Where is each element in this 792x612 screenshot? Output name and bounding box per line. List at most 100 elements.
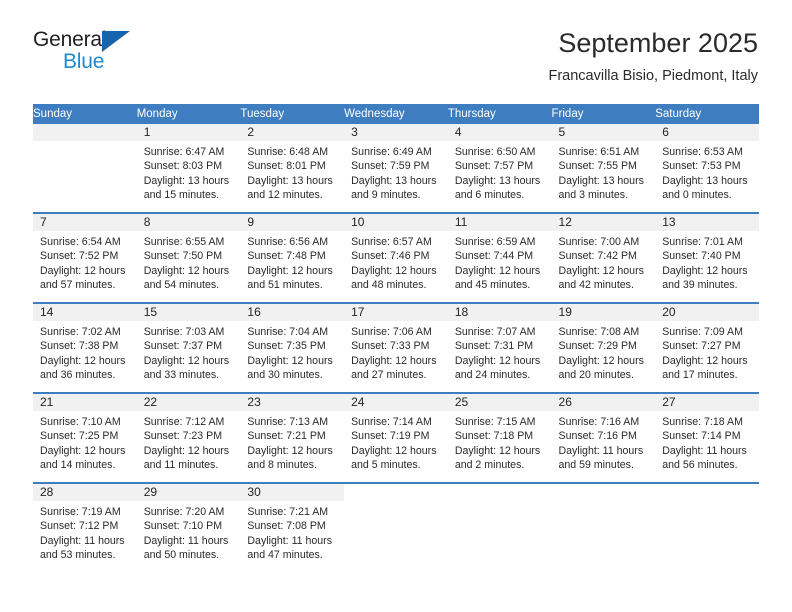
day-number: 15 [136, 304, 241, 321]
page-subtitle: Francavilla Bisio, Piedmont, Italy [548, 68, 758, 84]
daylight-text-line1: Daylight: 12 hours [662, 264, 748, 277]
sunset-text: Sunset: 7:59 PM [351, 160, 430, 173]
calendar-day-cell[interactable]: 28 Sunrise: 7:19 AM Sunset: 7:12 PM Dayligh… [33, 482, 137, 572]
day-details: Sunrise: 7:15 AM Sunset: 7:18 PM Daylight:… [448, 411, 552, 473]
calendar-week-row: 28 Sunrise: 7:19 AM Sunset: 7:12 PM Dayligh… [33, 482, 759, 572]
daylight-text-line2: and 20 minutes. [558, 369, 634, 382]
sunrise-text: Sunrise: 6:59 AM [454, 236, 536, 248]
daylight-text-line1: Daylight: 12 hours [662, 354, 748, 367]
sunrise-text: Sunrise: 7:07 AM [454, 326, 536, 338]
day-details: Sunrise: 7:03 AM Sunset: 7:37 PM Daylight:… [137, 321, 241, 383]
day-number: 18 [447, 304, 552, 321]
daylight-text-line2: and 6 minutes. [454, 189, 525, 202]
day-number [33, 124, 137, 141]
daylight-text-line1: Daylight: 11 hours [40, 534, 125, 547]
sunset-text: Sunset: 7:38 PM [40, 340, 119, 353]
daylight-text-line2: and 30 minutes. [247, 369, 323, 382]
calendar-day-cell[interactable]: 3 Sunrise: 6:49 AM Sunset: 7:59 PM Daylight… [344, 124, 448, 213]
day-number: 3 [344, 124, 448, 141]
daylight-text-line1: Daylight: 12 hours [247, 444, 333, 457]
sunrise-text: Sunrise: 7:12 AM [143, 416, 225, 428]
calendar-day-cell[interactable]: 18 Sunrise: 7:07 AM Sunset: 7:31 PM Dayligh… [447, 302, 552, 393]
calendar-day-cell[interactable]: 7 Sunrise: 6:54 AM Sunset: 7:52 PM Daylight… [33, 212, 137, 303]
logo-triangle-icon [102, 31, 130, 52]
calendar-day-cell[interactable]: 17 Sunrise: 7:06 AM Sunset: 7:33 PM Dayligh… [344, 302, 448, 393]
sunset-text: Sunset: 7:33 PM [351, 340, 430, 353]
calendar-day-cell[interactable]: 15 Sunrise: 7:03 AM Sunset: 7:37 PM Dayligh… [136, 302, 241, 393]
calendar-day-cell[interactable]: 1 Sunrise: 6:47 AM Sunset: 8:03 PM Daylight… [136, 124, 241, 213]
day-details: Sunrise: 7:21 AM Sunset: 7:08 PM Daylight:… [240, 501, 344, 563]
sunrise-text: Sunrise: 7:16 AM [558, 416, 640, 428]
daylight-text-line2: and 5 minutes. [351, 459, 421, 472]
calendar-day-cell[interactable]: 4 Sunrise: 6:50 AM Sunset: 7:57 PM Daylight… [447, 124, 552, 213]
sunset-text: Sunset: 8:03 PM [143, 160, 223, 173]
sunset-text: Sunset: 7:55 PM [558, 160, 637, 173]
day-number: 13 [655, 214, 759, 231]
sunset-text: Sunset: 7:46 PM [351, 250, 430, 263]
calendar-day-cell [33, 124, 137, 213]
sunset-text: Sunset: 7:12 PM [40, 520, 119, 533]
logo-primary-text: General [33, 28, 107, 51]
sunset-text: Sunset: 7:53 PM [662, 160, 741, 173]
daylight-text-line1: Daylight: 12 hours [40, 444, 126, 457]
calendar-day-cell[interactable]: 25 Sunrise: 7:15 AM Sunset: 7:18 PM Dayligh… [447, 392, 552, 483]
calendar-week-row: 14 Sunrise: 7:02 AM Sunset: 7:38 PM Dayligh… [33, 302, 759, 393]
calendar-day-cell[interactable]: 8 Sunrise: 6:55 AM Sunset: 7:50 PM Daylight… [136, 212, 241, 303]
day-number: 24 [344, 394, 448, 411]
sunset-text: Sunset: 7:31 PM [454, 340, 534, 353]
day-details: Sunrise: 7:09 AM Sunset: 7:27 PM Daylight:… [655, 321, 759, 383]
daylight-text-line2: and 0 minutes. [662, 189, 732, 202]
day-number: 10 [344, 214, 448, 231]
calendar-day-cell[interactable]: 6 Sunrise: 6:53 AM Sunset: 7:53 PM Daylight… [655, 124, 759, 213]
daylight-text-line1: Daylight: 12 hours [40, 354, 126, 367]
calendar-day-cell[interactable]: 14 Sunrise: 7:02 AM Sunset: 7:38 PM Dayligh… [33, 302, 137, 393]
sunset-text: Sunset: 7:40 PM [662, 250, 741, 263]
day-details: Sunrise: 7:00 AM Sunset: 7:42 PM Daylight:… [552, 231, 656, 293]
day-number: 29 [136, 484, 241, 501]
calendar-day-cell[interactable]: 24 Sunrise: 7:14 AM Sunset: 7:19 PM Dayligh… [344, 392, 448, 483]
sunrise-text: Sunrise: 7:18 AM [662, 416, 743, 428]
sunset-text: Sunset: 7:29 PM [558, 340, 637, 353]
sunset-text: Sunset: 7:27 PM [662, 340, 741, 353]
calendar-day-cell[interactable]: 16 Sunrise: 7:04 AM Sunset: 7:35 PM Dayligh… [240, 302, 345, 393]
sunrise-text: Sunrise: 7:09 AM [662, 326, 743, 338]
calendar-day-cell [655, 482, 759, 572]
sunrise-text: Sunrise: 6:51 AM [558, 146, 640, 158]
page-header: General Blue September 2025 Francavilla … [0, 0, 792, 84]
daylight-text-line2: and 12 minutes. [247, 189, 323, 202]
calendar-page: General Blue September 2025 Francavilla … [0, 0, 792, 612]
calendar-day-cell[interactable]: 27 Sunrise: 7:18 AM Sunset: 7:14 PM Dayligh… [655, 392, 759, 483]
calendar-day-cell[interactable]: 26 Sunrise: 7:16 AM Sunset: 7:16 PM Dayligh… [551, 392, 656, 483]
calendar-day-cell[interactable]: 12 Sunrise: 7:00 AM Sunset: 7:42 PM Dayligh… [551, 212, 656, 303]
calendar-day-cell[interactable]: 2 Sunrise: 6:48 AM Sunset: 8:01 PM Daylight… [240, 124, 345, 213]
calendar-day-cell[interactable]: 9 Sunrise: 6:56 AM Sunset: 7:48 PM Daylight… [240, 212, 345, 303]
calendar-day-cell[interactable]: 23 Sunrise: 7:13 AM Sunset: 7:21 PM Dayligh… [240, 392, 345, 483]
day-number: 1 [136, 124, 241, 141]
daylight-text-line2: and 50 minutes. [143, 549, 220, 562]
calendar-day-cell[interactable]: 21 Sunrise: 7:10 AM Sunset: 7:25 PM Dayligh… [33, 392, 137, 483]
calendar-day-cell[interactable]: 5 Sunrise: 6:51 AM Sunset: 7:55 PM Daylight… [551, 124, 656, 213]
sunset-text: Sunset: 7:25 PM [40, 430, 119, 443]
daylight-text-line2: and 9 minutes. [351, 189, 421, 202]
calendar-day-cell[interactable]: 30 Sunrise: 7:21 AM Sunset: 7:08 PM Dayligh… [240, 482, 345, 572]
daylight-text-line1: Daylight: 13 hours [662, 174, 748, 187]
day-details: Sunrise: 7:02 AM Sunset: 7:38 PM Daylight:… [33, 321, 137, 383]
sunrise-text: Sunrise: 7:04 AM [247, 326, 329, 338]
calendar-day-cell[interactable]: 20 Sunrise: 7:09 AM Sunset: 7:27 PM Dayligh… [655, 302, 759, 393]
daylight-text-line1: Daylight: 13 hours [247, 174, 333, 187]
daylight-text-line2: and 24 minutes. [454, 369, 531, 382]
calendar-day-cell[interactable]: 10 Sunrise: 6:57 AM Sunset: 7:46 PM Dayligh… [344, 212, 448, 303]
sunrise-text: Sunrise: 6:47 AM [143, 146, 225, 158]
weekday-header-friday: Friday [551, 104, 656, 124]
daylight-text-line1: Daylight: 13 hours [454, 174, 541, 187]
calendar-day-cell[interactable]: 19 Sunrise: 7:08 AM Sunset: 7:29 PM Dayligh… [551, 302, 656, 393]
daylight-text-line1: Daylight: 12 hours [454, 264, 541, 277]
calendar-day-cell[interactable]: 13 Sunrise: 7:01 AM Sunset: 7:40 PM Dayligh… [655, 212, 759, 303]
sunrise-text: Sunrise: 7:13 AM [247, 416, 329, 428]
sunset-text: Sunset: 7:42 PM [558, 250, 637, 263]
calendar-day-cell[interactable]: 22 Sunrise: 7:12 AM Sunset: 7:23 PM Dayligh… [136, 392, 241, 483]
calendar-day-cell[interactable]: 29 Sunrise: 7:20 AM Sunset: 7:10 PM Dayligh… [136, 482, 241, 572]
sunset-text: Sunset: 7:48 PM [247, 250, 326, 263]
sunrise-text: Sunrise: 7:14 AM [351, 416, 432, 428]
calendar-day-cell[interactable]: 11 Sunrise: 6:59 AM Sunset: 7:44 PM Dayligh… [447, 212, 552, 303]
